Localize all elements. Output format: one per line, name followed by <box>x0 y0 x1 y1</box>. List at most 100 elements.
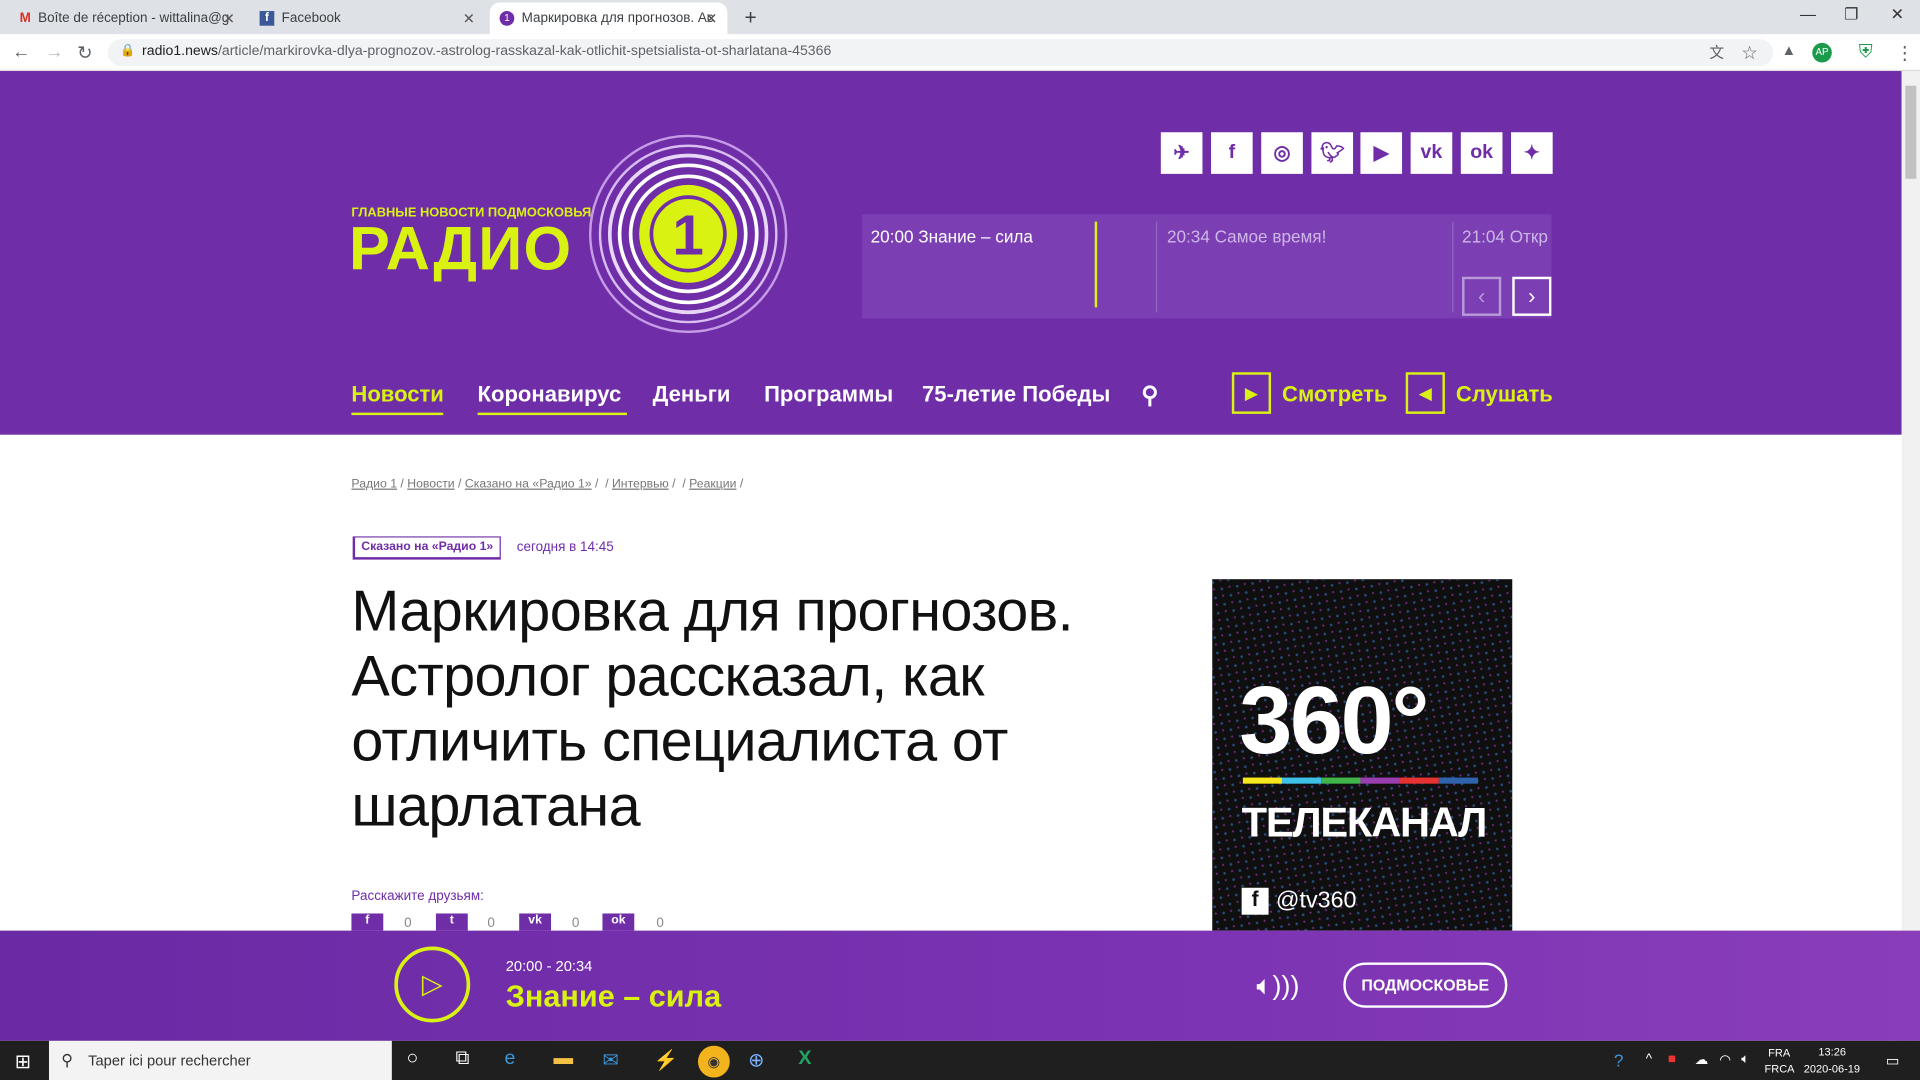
excel-icon[interactable]: X <box>798 1048 811 1070</box>
breadcrumb-news[interactable]: Новости <box>407 478 454 491</box>
youtube-icon[interactable]: ▶ <box>1360 132 1403 174</box>
listen-speaker-icon[interactable]: ◀ <box>1405 372 1445 414</box>
share-facebook-icon[interactable]: f <box>351 913 384 931</box>
ok-icon[interactable]: ok <box>1460 132 1503 174</box>
forward-icon[interactable]: → <box>45 42 63 63</box>
ad-color-bar <box>1242 777 1478 784</box>
task-view-icon[interactable]: ○ <box>407 1048 419 1070</box>
nav-money[interactable]: Деньги <box>653 382 731 408</box>
menu-icon[interactable]: ⋮ <box>1896 42 1914 64</box>
nav-victory-75[interactable]: 75-летие Победы <box>922 382 1110 408</box>
chrome-icon[interactable]: ◉ <box>697 1045 730 1078</box>
ad-subtitle: ТЕЛЕКАНАЛ <box>1241 799 1488 847</box>
telegram-icon[interactable]: ✈ <box>1160 132 1203 174</box>
close-tab-icon[interactable]: ✕ <box>463 10 475 27</box>
listen-link[interactable]: Слушать <box>1456 382 1553 408</box>
schedule-item-current[interactable]: 20:00 Знание – сила <box>871 227 1033 247</box>
watch-link[interactable]: Смотреть <box>1282 382 1387 408</box>
mail-icon[interactable]: ✉ <box>602 1048 618 1072</box>
vk-icon[interactable]: vk <box>1410 132 1453 174</box>
minimize-icon[interactable]: — <box>1800 5 1816 23</box>
url-host: radio1.news <box>142 44 218 59</box>
search-icon[interactable]: ⚲ <box>1141 382 1158 410</box>
breadcrumb-said-on-radio1[interactable]: Сказано на «Радио 1» <box>465 478 592 491</box>
clock-date[interactable]: 2020-06-19 <box>1804 1063 1860 1075</box>
instagram-icon[interactable]: ◎ <box>1261 132 1303 174</box>
help-icon[interactable]: ? <box>1614 1051 1624 1071</box>
share-twitter-icon[interactable]: t <box>435 913 468 931</box>
logo-text: РАДИО <box>348 214 573 283</box>
bookmark-star-icon[interactable]: ☆ <box>1741 42 1757 64</box>
schedule-item-next[interactable]: 20:34 Самое время! <box>1167 227 1326 247</box>
tab-facebook[interactable]: f Facebook ✕ <box>250 2 485 34</box>
facebook-icon: f <box>259 11 275 26</box>
language-primary[interactable]: FRA <box>1768 1047 1790 1059</box>
edge-icon[interactable]: e <box>504 1048 515 1070</box>
tab-gmail[interactable]: M Boîte de réception - wittalina@g ✕ <box>10 2 245 34</box>
close-tab-icon[interactable]: ✕ <box>705 10 717 27</box>
radio-player: ▷ 20:00 - 20:34 Знание – сила 🔈︎))) ПОДМ… <box>0 930 1920 1041</box>
share-count: 0 <box>656 915 664 931</box>
lock-icon: 🔒 <box>120 44 136 58</box>
schedule-prev-button[interactable]: ‹ <box>1462 276 1502 316</box>
breadcrumb-reactions[interactable]: Реакции <box>689 478 736 491</box>
windows-start-icon[interactable]: ⊞ <box>15 1049 31 1073</box>
notification-icon[interactable]: ▭ <box>1886 1052 1900 1069</box>
tab-title: Boîte de réception - wittalina@g <box>38 11 230 26</box>
nav-news[interactable]: Новости <box>351 382 444 416</box>
region-button[interactable]: ПОДМОСКОВЬЕ <box>1343 962 1508 1008</box>
logo-number: 1 <box>673 204 704 267</box>
breadcrumb-radio1[interactable]: Радио 1 <box>351 478 397 491</box>
radio1-icon: 1 <box>499 11 515 26</box>
timeline-icon[interactable]: ⧉ <box>456 1048 470 1070</box>
schedule-next-button[interactable]: › <box>1512 276 1552 316</box>
breadcrumb-interview[interactable]: Интервью <box>612 478 669 491</box>
nav-coronavirus[interactable]: Коронавирус <box>477 382 628 416</box>
scrollbar-thumb[interactable] <box>1905 85 1917 179</box>
tray-app-icon[interactable]: ■ <box>1668 1052 1676 1067</box>
speaker-icon[interactable]: 🔈︎ <box>1741 1052 1749 1068</box>
profile-extension-icon[interactable]: AP <box>1812 42 1832 63</box>
divider <box>1452 221 1454 313</box>
search-icon: ⚲ <box>61 1050 73 1069</box>
maximize-icon[interactable]: ❐ <box>1844 5 1858 25</box>
new-tab-button[interactable]: + <box>735 2 764 34</box>
tab-radio1[interactable]: 1 Маркировка для прогнозов. Ас ✕ <box>489 2 728 35</box>
logo-rings: 1 <box>588 134 788 334</box>
taskbar-search-input[interactable]: ⚲ Taper ici pour rechercher <box>48 1040 392 1080</box>
site-logo[interactable]: ГЛАВНЫЕ НОВОСТИ ПОДМОСКОВЬЯ РАДИО 1 <box>348 130 792 338</box>
app-globe-icon[interactable]: ⊕ <box>748 1048 764 1072</box>
app-icon[interactable]: ⚡ <box>654 1048 678 1072</box>
twitter-icon[interactable]: 🐦︎ <box>1311 132 1354 174</box>
close-tab-icon[interactable]: ✕ <box>223 10 235 27</box>
play-button[interactable]: ▷ <box>394 946 471 1023</box>
shield-icon[interactable]: ⛨ <box>1859 42 1873 63</box>
article-title: Маркировка для прогнозов. Астролог расск… <box>351 577 1074 838</box>
nav-programs[interactable]: Программы <box>764 382 893 408</box>
url-bar[interactable]: 🔒 radio1.news/article/markirovka-dlya-pr… <box>107 39 1774 67</box>
zen-icon[interactable]: ✦ <box>1511 132 1553 174</box>
ad-banner-360[interactable]: 360° ТЕЛЕКАНАЛ f @tv360 <box>1212 579 1513 931</box>
translate-icon[interactable]: 文 <box>1709 42 1724 63</box>
reload-icon[interactable]: ↻ <box>77 42 92 64</box>
facebook-icon: f <box>1241 887 1269 915</box>
schedule-item-later[interactable]: 21:04 Откр <box>1462 227 1548 247</box>
back-icon[interactable]: ← <box>12 42 30 63</box>
close-window-icon[interactable]: ✕ <box>1891 5 1904 25</box>
category-badge[interactable]: Сказано на «Радио 1» <box>352 536 501 560</box>
extension-icon[interactable]: ▲ <box>1782 42 1797 59</box>
tray-chevron-icon[interactable]: ^ <box>1646 1052 1652 1067</box>
volume-icon[interactable]: 🔈︎))) <box>1256 970 1299 1002</box>
language-secondary[interactable]: FRCA <box>1765 1063 1795 1075</box>
facebook-icon[interactable]: f <box>1211 132 1253 174</box>
onedrive-icon[interactable]: ☁ <box>1695 1052 1708 1068</box>
page-scrollbar[interactable] <box>1901 71 1920 1041</box>
watch-play-icon[interactable]: ▶ <box>1231 372 1272 414</box>
file-explorer-icon[interactable]: ▬ <box>553 1048 573 1070</box>
share-ok-icon[interactable]: ok <box>602 913 635 931</box>
share-vk-icon[interactable]: vk <box>519 913 552 931</box>
clock-time[interactable]: 13:26 <box>1818 1046 1846 1058</box>
gmail-icon: M <box>19 11 31 26</box>
share-count: 0 <box>571 915 580 931</box>
wifi-icon[interactable]: ◠ <box>1719 1052 1731 1068</box>
